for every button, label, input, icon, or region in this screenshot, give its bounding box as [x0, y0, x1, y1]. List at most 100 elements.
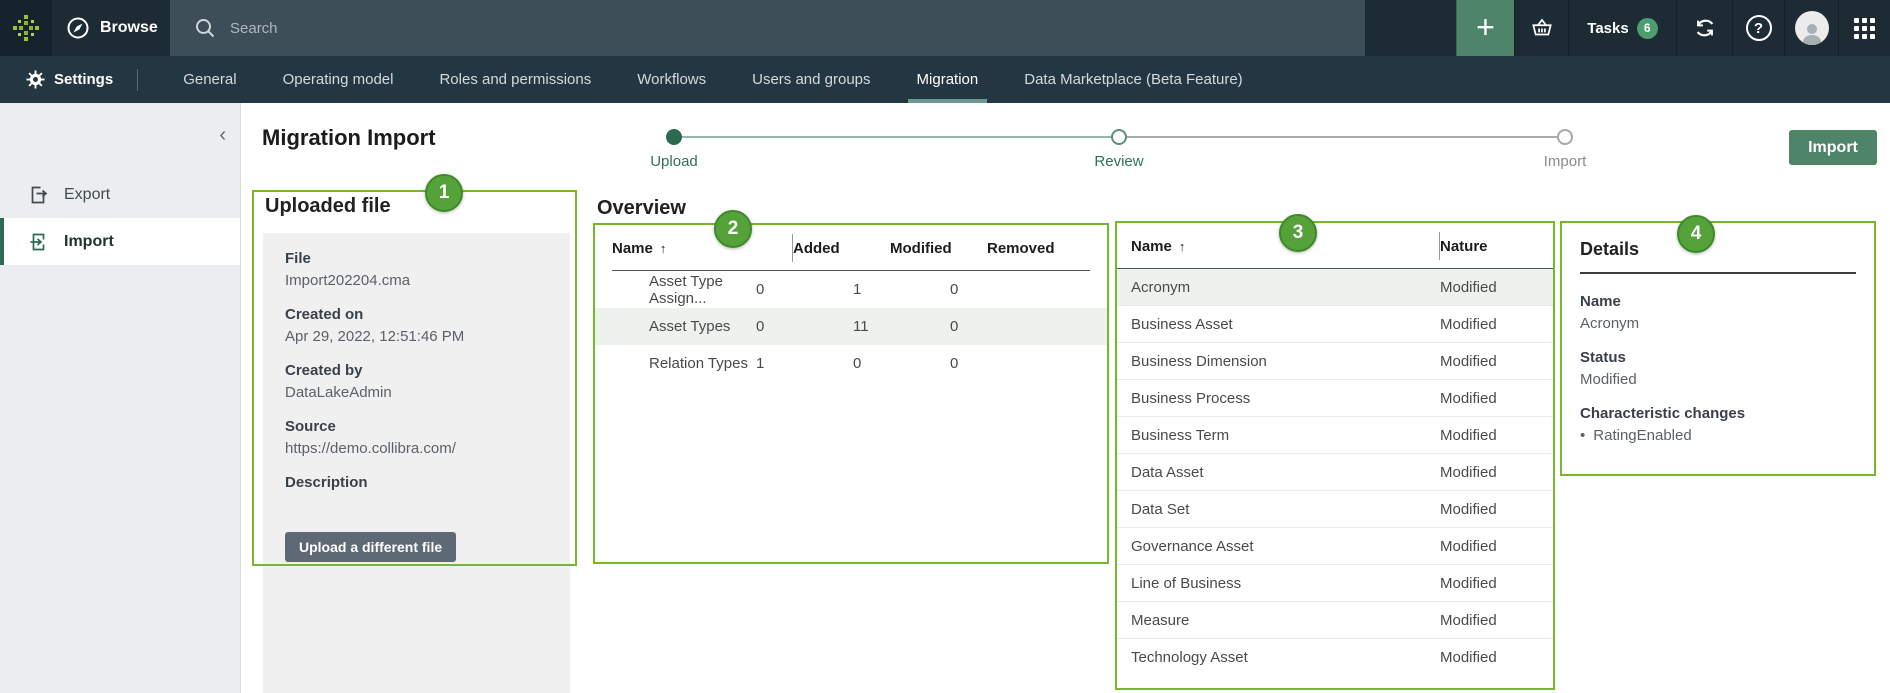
settings-nav: Settings General Operating model Roles a…	[0, 56, 1890, 103]
table-row-data-asset[interactable]: Data Asset Modified	[1117, 454, 1553, 491]
step-dot-review	[1111, 129, 1127, 145]
column-header-nature[interactable]: Nature	[1440, 238, 1540, 255]
table-row-technology-asset[interactable]: Technology Asset Modified	[1117, 639, 1553, 676]
column-divider	[1439, 232, 1440, 260]
sidebar-item-import[interactable]: Import	[0, 218, 240, 265]
sidebar-item-label: Export	[64, 186, 110, 204]
created-on-field: Created on Apr 29, 2022, 12:51:46 PM	[285, 305, 570, 347]
browse-button[interactable]: Browse	[52, 0, 170, 56]
overview-heading: Overview	[597, 197, 686, 220]
field-label: Description	[285, 473, 570, 492]
field-label: File	[285, 249, 570, 268]
step-dot-import	[1557, 129, 1573, 145]
cell-nature: Modified	[1440, 612, 1540, 629]
table-row-business-process[interactable]: Business Process Modified	[1117, 380, 1553, 417]
cell-name: Business Asset	[1117, 316, 1440, 333]
sidebar-item-export[interactable]: Export	[0, 171, 240, 218]
details-characteristic-changes-field: Characteristic changes • RatingEnabled	[1580, 404, 1856, 444]
source-field: Source https://demo.collibra.com/	[285, 417, 570, 459]
field-value: Modified	[1580, 370, 1856, 390]
header-underline	[612, 270, 1090, 271]
top-bar: Browse + Tasks 6 ?	[0, 0, 1890, 56]
cell-added: 0	[756, 318, 853, 335]
details-divider	[1580, 272, 1856, 274]
description-field: Description	[285, 473, 570, 492]
table-row-acronym[interactable]: Acronym Modified	[1117, 269, 1553, 306]
apps-menu-button[interactable]	[1838, 0, 1890, 56]
column-header-name[interactable]: Name ↑	[1117, 238, 1440, 255]
settings-home[interactable]: Settings	[0, 70, 113, 89]
tab-operating-model[interactable]: Operating model	[260, 56, 417, 103]
details-heading: Details	[1580, 239, 1856, 260]
tasks-button[interactable]: Tasks 6	[1568, 0, 1676, 56]
cell-removed: 0	[950, 281, 1047, 298]
tab-workflows[interactable]: Workflows	[614, 56, 729, 103]
import-button[interactable]: Import	[1789, 130, 1877, 165]
cell-added: 0	[756, 281, 853, 298]
cell-modified: 1	[853, 281, 950, 298]
table-row-governance-asset[interactable]: Governance Asset Modified	[1117, 528, 1553, 565]
cell-name: Data Set	[1117, 501, 1440, 518]
cell-nature: Modified	[1440, 649, 1540, 666]
column-header-name[interactable]: Name ↑	[595, 240, 793, 257]
help-button[interactable]: ?	[1732, 0, 1784, 56]
column-header-modified[interactable]: Modified	[890, 240, 987, 257]
column-header-added[interactable]: Added	[793, 240, 890, 257]
header-underline	[1117, 268, 1553, 269]
cell-nature: Modified	[1440, 279, 1540, 296]
column-label: Name	[612, 240, 653, 257]
avatar	[1795, 11, 1829, 45]
plus-icon: +	[1476, 11, 1495, 43]
details-status-field: Status Modified	[1580, 348, 1856, 390]
user-menu[interactable]	[1784, 0, 1838, 56]
tab-general[interactable]: General	[160, 56, 259, 103]
tab-data-marketplace[interactable]: Data Marketplace (Beta Feature)	[1001, 56, 1265, 103]
cell-nature: Modified	[1440, 316, 1540, 333]
basket-button[interactable]	[1514, 0, 1568, 56]
table-row-business-dimension[interactable]: Business Dimension Modified	[1117, 343, 1553, 380]
table-row-measure[interactable]: Measure Modified	[1117, 602, 1553, 639]
sync-button[interactable]	[1676, 0, 1732, 56]
tasks-count-badge: 6	[1637, 18, 1658, 39]
field-label: Source	[285, 417, 570, 436]
field-label: Created by	[285, 361, 570, 380]
search-input[interactable]	[230, 20, 730, 37]
table-row-business-term[interactable]: Business Term Modified	[1117, 417, 1553, 454]
apps-grid-icon	[1854, 18, 1875, 39]
sync-icon	[1692, 15, 1718, 41]
table-row-line-of-business[interactable]: Line of Business Modified	[1117, 565, 1553, 602]
characteristic-change-value: RatingEnabled	[1593, 427, 1691, 444]
tab-users-and-groups[interactable]: Users and groups	[729, 56, 893, 103]
details-name-field: Name Acronym	[1580, 292, 1856, 334]
table-row-asset-type-assignments[interactable]: Asset Type Assign... 0 1 0	[595, 271, 1107, 308]
export-icon	[28, 185, 48, 205]
table-row-asset-types[interactable]: Asset Types 0 11 0	[595, 308, 1107, 345]
tab-roles-and-permissions[interactable]: Roles and permissions	[416, 56, 614, 103]
column-header-removed[interactable]: Removed	[987, 240, 1084, 257]
field-value: Apr 29, 2022, 12:51:46 PM	[285, 327, 570, 347]
table-row-business-asset[interactable]: Business Asset Modified	[1117, 306, 1553, 343]
cell-name: Relation Types	[595, 355, 756, 372]
upload-different-file-button[interactable]: Upload a different file	[285, 532, 456, 562]
field-label: Characteristic changes	[1580, 404, 1856, 423]
table-row-relation-types[interactable]: Relation Types 1 0 0	[595, 345, 1107, 382]
collibra-logo[interactable]	[0, 0, 52, 56]
cell-name: Business Term	[1117, 427, 1440, 444]
cell-nature: Modified	[1440, 575, 1540, 592]
global-search[interactable]	[170, 0, 1365, 56]
collapse-sidebar-icon[interactable]: ‹	[219, 125, 226, 145]
cell-nature: Modified	[1440, 390, 1540, 407]
cell-name: Technology Asset	[1117, 649, 1440, 666]
details-panel: Details Name Acronym Status Modified Cha…	[1560, 221, 1876, 476]
cell-nature: Modified	[1440, 464, 1540, 481]
stepper-line-done	[682, 136, 1112, 138]
tab-migration[interactable]: Migration	[894, 56, 1002, 103]
cell-nature: Modified	[1440, 538, 1540, 555]
cell-nature: Modified	[1440, 427, 1540, 444]
step-label-upload: Upload	[604, 153, 744, 170]
stepper-line-upcoming	[1127, 136, 1558, 138]
changes-table-header: Name ↑ Nature	[1117, 223, 1553, 269]
create-button[interactable]: +	[1456, 0, 1514, 56]
basket-icon	[1529, 15, 1555, 41]
table-row-data-set[interactable]: Data Set Modified	[1117, 491, 1553, 528]
